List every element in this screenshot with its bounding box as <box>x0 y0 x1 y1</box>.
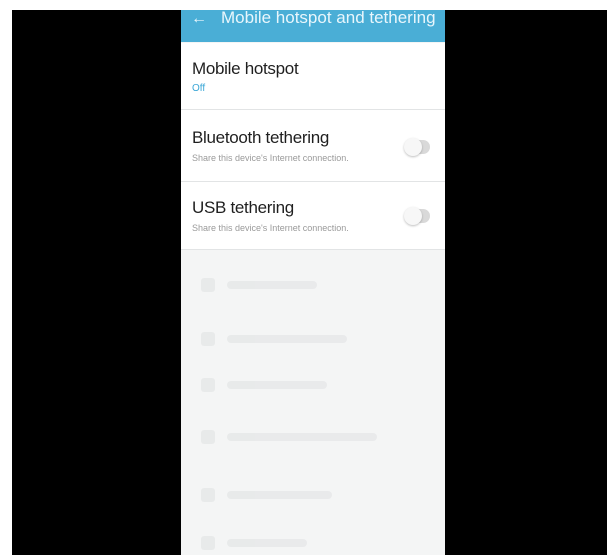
faded-list-item <box>201 424 421 452</box>
toggle-knob <box>404 138 422 156</box>
setting-subtitle: Share this device's Internet connection. <box>192 153 349 163</box>
toggle-knob <box>404 207 422 225</box>
video-frame: ← Mobile hotspot and tethering Mobile ho… <box>0 0 607 555</box>
app-bar: ← Mobile hotspot and tethering <box>181 10 445 42</box>
letterbox-right <box>445 10 607 555</box>
page-title: Mobile hotspot and tethering <box>221 10 436 27</box>
faded-list-item <box>201 530 421 555</box>
bluetooth-tethering-toggle[interactable] <box>404 138 430 156</box>
setting-usb-tethering[interactable]: USB tethering Share this device's Intern… <box>181 182 445 250</box>
phone-screen: ← Mobile hotspot and tethering Mobile ho… <box>181 10 445 555</box>
setting-bluetooth-tethering[interactable]: Bluetooth tethering Share this device's … <box>181 110 445 182</box>
usb-tethering-toggle[interactable] <box>404 207 430 225</box>
setting-title: USB tethering <box>192 198 294 217</box>
faded-list-item <box>201 326 421 354</box>
setting-title: Mobile hotspot <box>192 59 299 78</box>
letterbox-left <box>12 10 181 555</box>
faded-list-item <box>201 272 421 300</box>
faded-list-item <box>201 372 421 400</box>
arrow-back-icon[interactable]: ← <box>191 11 207 27</box>
setting-mobile-hotspot[interactable]: Mobile hotspot Off <box>181 43 445 110</box>
setting-title: Bluetooth tethering <box>192 128 330 147</box>
faded-list-item <box>201 482 421 510</box>
status-text: Off <box>192 83 206 94</box>
setting-subtitle: Share this device's Internet connection. <box>192 223 349 233</box>
